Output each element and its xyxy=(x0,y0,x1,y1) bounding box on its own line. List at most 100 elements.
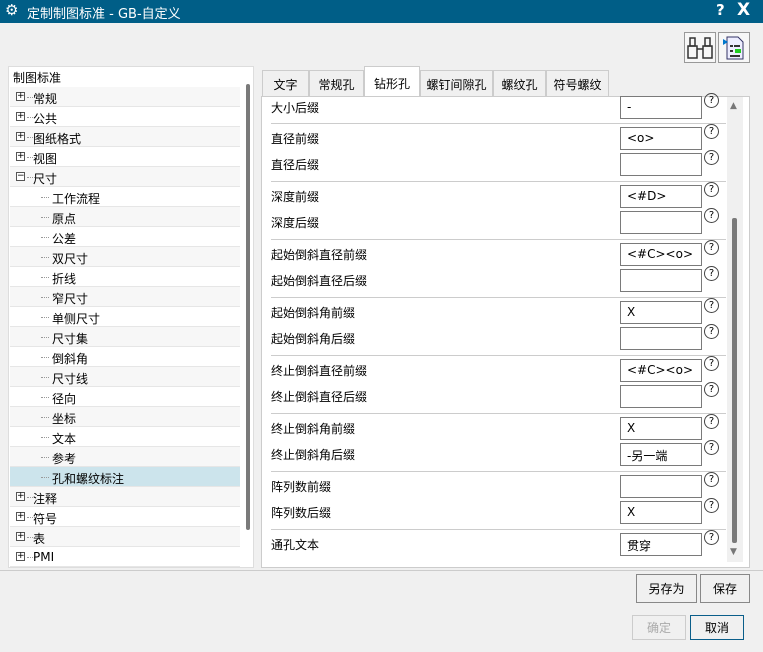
ok-button[interactable]: 确定 xyxy=(632,615,686,640)
collapse-icon[interactable]: − xyxy=(16,172,25,181)
tree-item[interactable]: 原点 xyxy=(10,207,240,227)
field-label: 深度后缀 xyxy=(271,216,320,230)
tab[interactable]: 螺钉间隙孔 xyxy=(420,70,493,96)
expand-icon[interactable]: + xyxy=(16,152,25,161)
tree-item[interactable]: 文本 xyxy=(10,427,240,447)
find-button[interactable] xyxy=(684,32,716,63)
tree-item[interactable]: + 常规 xyxy=(10,87,240,107)
expand-icon[interactable]: + xyxy=(16,112,25,121)
tree-item[interactable]: 参考 xyxy=(10,447,240,467)
tree-item-label: PMI xyxy=(33,550,55,564)
tree-item[interactable]: 孔和螺纹标注 xyxy=(10,467,240,487)
tree-item[interactable]: 公差 xyxy=(10,227,240,247)
help-icon[interactable]: ? xyxy=(704,124,719,139)
tab[interactable]: 螺纹孔 xyxy=(493,70,546,96)
tree-item-label: 径向 xyxy=(52,392,77,406)
field-input[interactable]: <o> xyxy=(620,127,702,150)
tree-item[interactable]: 尺寸集 xyxy=(10,327,240,347)
tree-item-label: 文本 xyxy=(52,432,77,446)
tree-item[interactable]: 尺寸线 xyxy=(10,367,240,387)
tab[interactable]: 钻形孔 xyxy=(364,66,420,97)
tree-item[interactable]: + 表 xyxy=(10,527,240,547)
field-input[interactable]: -另一端 xyxy=(620,443,702,466)
help-icon[interactable]: ? xyxy=(704,356,719,371)
expand-icon[interactable]: + xyxy=(16,532,25,541)
scroll-down-icon[interactable]: ▼ xyxy=(730,547,737,557)
help-icon[interactable]: ? xyxy=(704,266,719,281)
field-input[interactable] xyxy=(620,475,702,498)
tree-item[interactable]: 坐标 xyxy=(10,407,240,427)
field-input[interactable] xyxy=(620,385,702,408)
help-icon[interactable]: ? xyxy=(704,208,719,223)
standards-tree[interactable]: 制图标准 + 常规 + 公共 + 图纸格式 + 视图 − 尺寸 工作流程 原点 公差 双尺寸 折线 窄尺寸 单侧… xyxy=(8,66,254,568)
help-icon[interactable]: ? xyxy=(704,440,719,455)
cancel-button[interactable]: 取消 xyxy=(690,615,744,640)
tree-item[interactable]: + 注释 xyxy=(10,487,240,507)
tree-item[interactable]: 单侧尺寸 xyxy=(10,307,240,327)
field-input[interactable]: <#C><o> xyxy=(620,243,702,266)
field-input[interactable]: X xyxy=(620,501,702,524)
group-separator xyxy=(271,355,726,356)
field-input[interactable]: - xyxy=(620,96,702,119)
tree-item[interactable]: 双尺寸 xyxy=(10,247,240,267)
field-input[interactable]: X xyxy=(620,417,702,440)
tree-item[interactable]: 倒斜角 xyxy=(10,347,240,367)
save-as-button[interactable]: 另存为 xyxy=(636,574,697,603)
tree-item[interactable]: 窄尺寸 xyxy=(10,287,240,307)
tree-header: 制图标准 xyxy=(13,71,62,85)
field-label: 直径前缀 xyxy=(271,132,320,146)
expand-icon[interactable]: + xyxy=(16,512,25,521)
help-icon[interactable]: ? xyxy=(704,324,719,339)
tree-item[interactable]: 径向 xyxy=(10,387,240,407)
field-input[interactable] xyxy=(620,327,702,350)
tree-item[interactable]: + 公共 xyxy=(10,107,240,127)
scroll-up-icon[interactable]: ▲ xyxy=(730,101,737,111)
help-button[interactable]: ? xyxy=(716,1,725,19)
field-input[interactable] xyxy=(620,211,702,234)
field-input[interactable]: <#D> xyxy=(620,185,702,208)
tree-item[interactable]: 折线 xyxy=(10,267,240,287)
field-label: 起始倒斜直径后缀 xyxy=(271,274,368,288)
expand-icon[interactable]: + xyxy=(16,552,25,561)
tab[interactable]: 符号螺纹 xyxy=(546,70,609,96)
help-icon[interactable]: ? xyxy=(704,93,719,108)
close-button[interactable]: X xyxy=(737,0,750,20)
tree-item[interactable]: + PMI xyxy=(10,547,240,567)
field-label: 深度前缀 xyxy=(271,190,320,204)
expand-icon[interactable]: + xyxy=(16,132,25,141)
tree-scrollbar[interactable] xyxy=(246,84,250,530)
expand-icon[interactable]: + xyxy=(16,92,25,101)
help-icon[interactable]: ? xyxy=(704,472,719,487)
window-title: 定制制图标准 - GB-自定义 xyxy=(27,7,181,22)
tree-item-label: 尺寸集 xyxy=(52,332,89,346)
tab[interactable]: 文字 xyxy=(262,70,309,96)
field-input[interactable]: <#C><o> xyxy=(620,359,702,382)
report-button[interactable] xyxy=(718,32,750,63)
field-label: 起始倒斜直径前缀 xyxy=(271,248,368,262)
help-icon[interactable]: ? xyxy=(704,298,719,313)
tree-item[interactable]: + 视图 xyxy=(10,147,240,167)
tab[interactable]: 常规孔 xyxy=(309,70,364,96)
expand-icon[interactable]: + xyxy=(16,492,25,501)
help-icon[interactable]: ? xyxy=(704,150,719,165)
help-icon[interactable]: ? xyxy=(704,182,719,197)
help-icon[interactable]: ? xyxy=(704,530,719,545)
field-input[interactable] xyxy=(620,269,702,292)
tree-item[interactable]: + 符号 xyxy=(10,507,240,527)
help-icon[interactable]: ? xyxy=(704,414,719,429)
tree-item[interactable]: − 尺寸 xyxy=(10,167,240,187)
tree-item-label: 符号 xyxy=(33,512,58,526)
tree-item[interactable]: 工作流程 xyxy=(10,187,240,207)
tree-item[interactable]: + 图纸格式 xyxy=(10,127,240,147)
save-button[interactable]: 保存 xyxy=(700,574,750,603)
tree-item-label: 单侧尺寸 xyxy=(52,312,101,326)
help-icon[interactable]: ? xyxy=(704,498,719,513)
scrollbar-thumb[interactable] xyxy=(732,218,737,543)
field-input[interactable] xyxy=(620,153,702,176)
tree-item-label: 视图 xyxy=(33,152,58,166)
help-icon[interactable]: ? xyxy=(704,240,719,255)
help-icon[interactable]: ? xyxy=(704,382,719,397)
field-input[interactable]: X xyxy=(620,301,702,324)
field-input[interactable]: 贯穿 xyxy=(620,533,702,556)
field-label: 终止倒斜直径前缀 xyxy=(271,364,368,378)
